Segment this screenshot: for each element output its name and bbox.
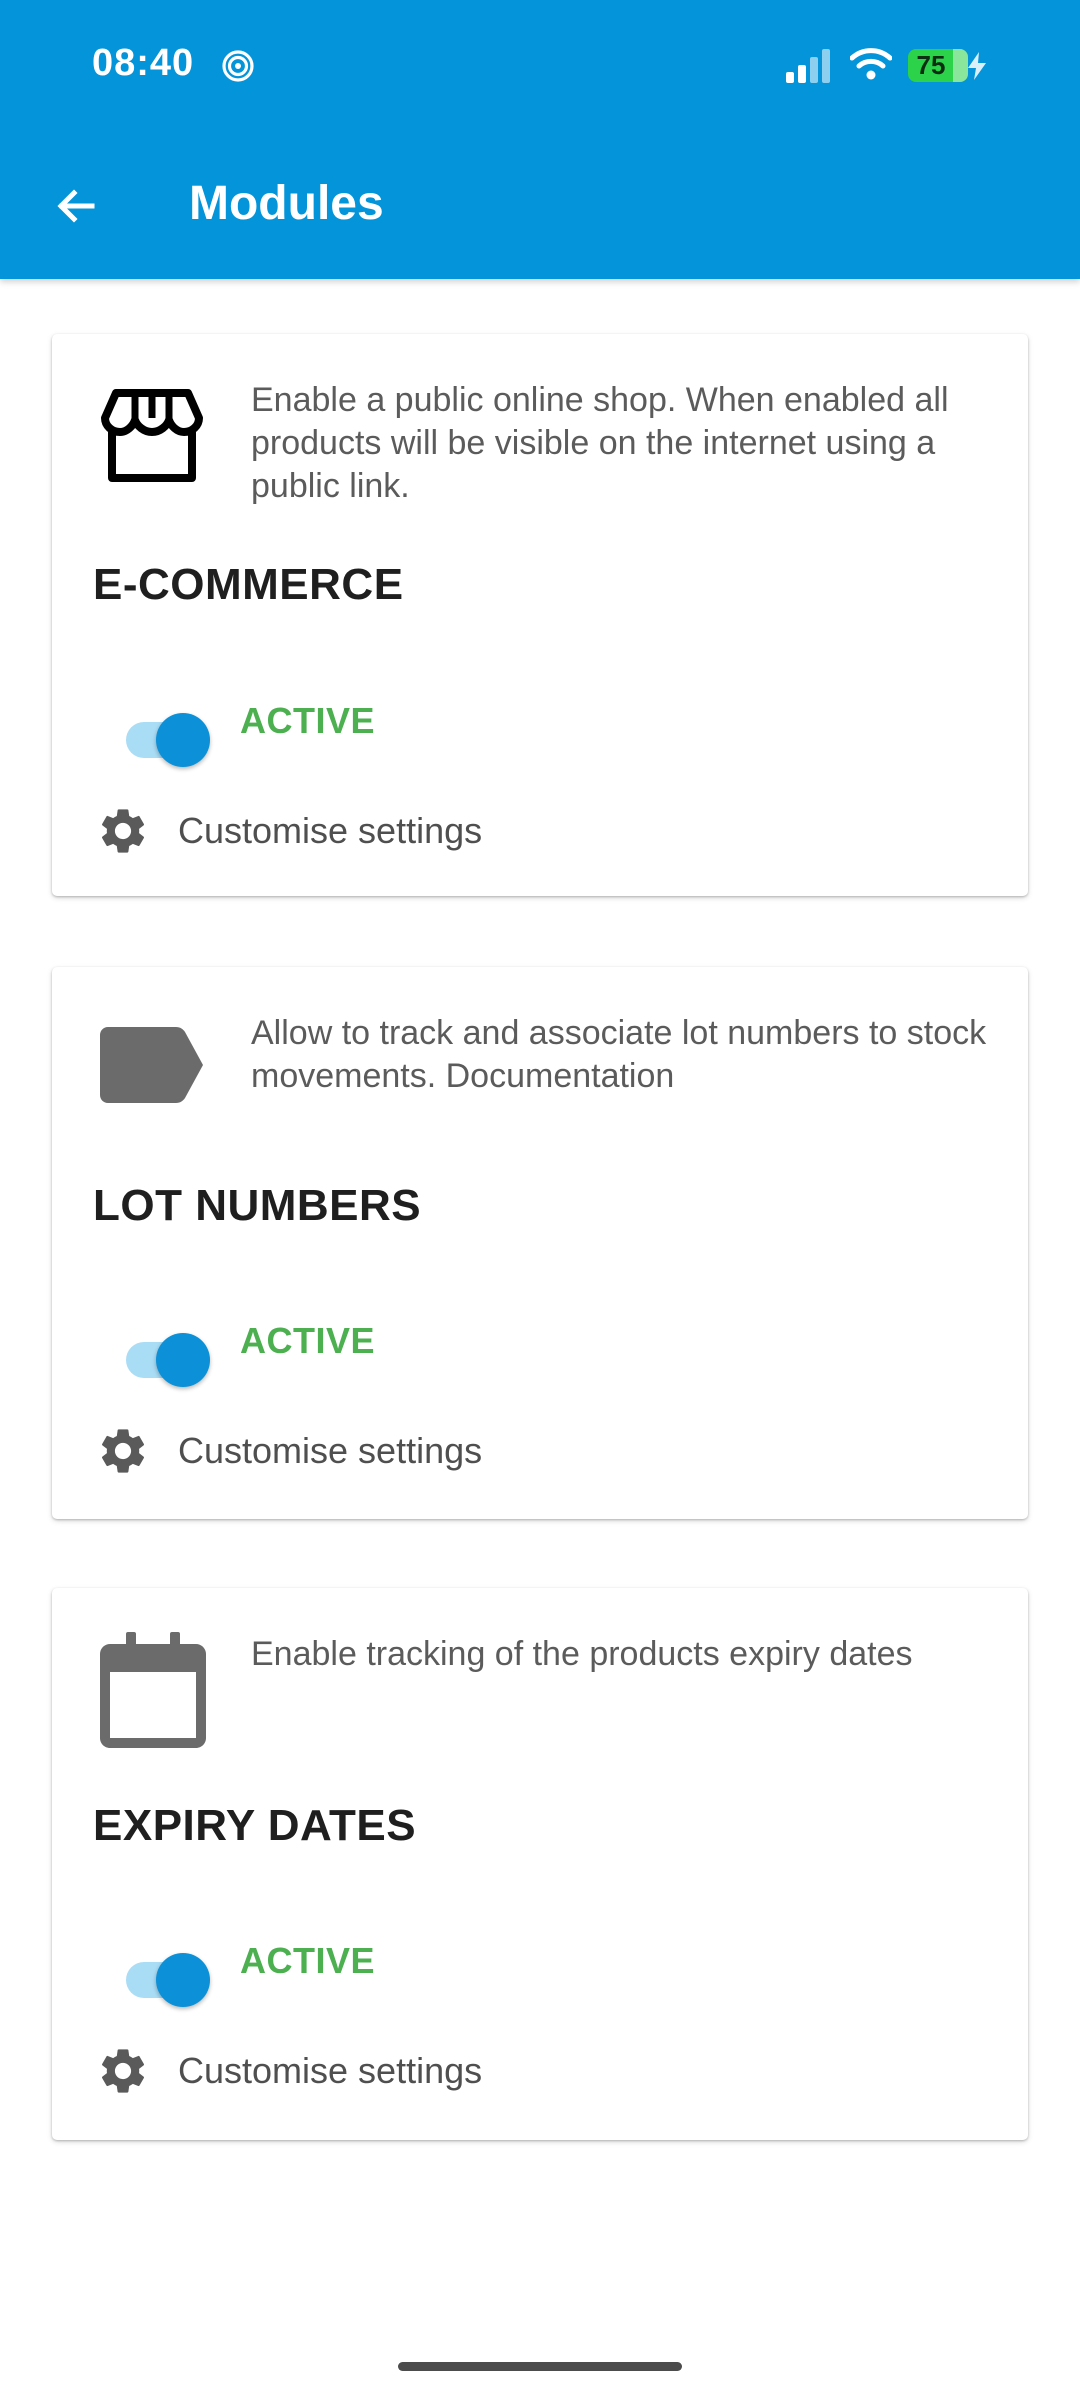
status-label: ACTIVE <box>240 1940 376 1981</box>
hotspot-icon <box>222 50 254 82</box>
gear-icon <box>101 809 145 853</box>
battery-indicator: 75 <box>908 49 968 82</box>
home-indicator[interactable] <box>398 2362 682 2371</box>
back-button[interactable] <box>36 166 116 246</box>
status-label: ACTIVE <box>240 1320 376 1361</box>
module-card-ecommerce: Enable a public online shop. When enable… <box>52 334 1028 896</box>
settings-label: Customise settings <box>178 810 483 851</box>
customise-settings-button[interactable]: Customise settings <box>96 1420 696 1480</box>
module-title: E-COMMERCE <box>93 560 404 609</box>
charging-icon <box>968 52 986 80</box>
module-toggle[interactable] <box>126 1321 216 1391</box>
gear-icon <box>101 2049 145 2093</box>
module-title: LOT NUMBERS <box>93 1181 422 1230</box>
page-title: Modules <box>189 177 384 230</box>
app-bar: 08:40 75 Modules <box>0 0 1080 279</box>
status-time: 08:40 <box>92 42 195 84</box>
module-description: Enable a public online shop. When enable… <box>251 381 949 505</box>
battery-level: 75 <box>916 50 946 80</box>
module-description: Enable tracking of the products expiry d… <box>251 1635 913 1673</box>
label-icon <box>100 1027 203 1103</box>
customise-settings-button[interactable]: Customise settings <box>96 2040 696 2100</box>
arrow-back-icon <box>57 189 95 223</box>
module-card-lot-numbers: Allow to track and associate lot numbers… <box>52 967 1028 1519</box>
module-description: Allow to track and associate lot numbers… <box>251 1014 987 1095</box>
status-label: ACTIVE <box>240 700 376 741</box>
module-title: EXPIRY DATES <box>93 1801 417 1850</box>
signal-icon <box>786 49 830 83</box>
customise-settings-button[interactable]: Customise settings <box>96 800 696 860</box>
settings-label: Customise settings <box>178 1430 483 1471</box>
gear-icon <box>101 1429 145 1473</box>
module-toggle[interactable] <box>126 701 216 771</box>
calendar-icon <box>100 1632 206 1748</box>
store-icon <box>101 389 203 482</box>
module-card-expiry-dates: Enable tracking of the products expiry d… <box>52 1588 1028 2140</box>
module-toggle[interactable] <box>126 1941 216 2011</box>
settings-label: Customise settings <box>178 2050 483 2091</box>
wifi-icon <box>850 48 892 80</box>
